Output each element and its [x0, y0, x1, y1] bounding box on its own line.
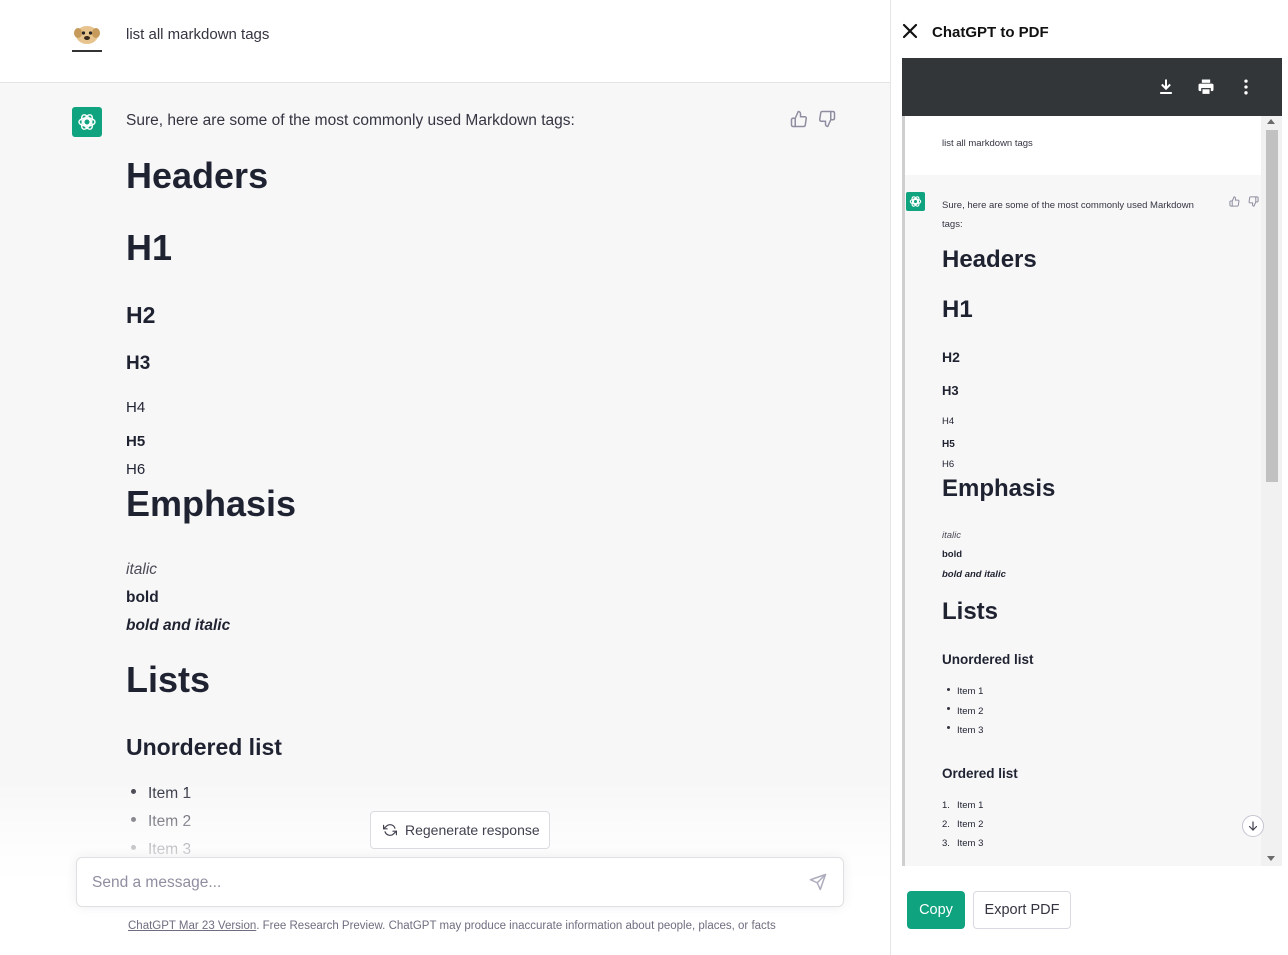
download-icon[interactable]	[1156, 77, 1176, 97]
more-vert-icon[interactable]	[1236, 77, 1256, 97]
message-composer	[76, 857, 844, 907]
pdf-list-bullet	[947, 726, 950, 729]
pdf-bold-text: bold	[942, 549, 963, 560]
pdf-heading-h5: H5	[942, 439, 955, 450]
pdf-list-item: Item 2	[957, 819, 984, 830]
pdf-viewer: list all markdown tags Sure, here are so…	[902, 58, 1282, 866]
heading-unordered-list: Unordered list	[126, 734, 282, 760]
message-input[interactable]	[92, 870, 792, 896]
thumbs-up-icon	[1229, 194, 1240, 207]
pdf-italic-text: italic	[942, 530, 962, 541]
send-icon[interactable]	[809, 873, 829, 893]
pdf-heading-h4: H4	[942, 416, 955, 427]
scroll-down-arrow[interactable]	[1267, 856, 1275, 861]
pdf-heading-h3: H3	[942, 383, 959, 398]
scroll-up-arrow[interactable]	[1267, 119, 1275, 124]
openai-logo-icon	[72, 107, 102, 137]
pdf-list-item: Item 1	[957, 686, 984, 697]
pdf-list-bullet	[947, 688, 950, 691]
user-message-row: list all markdown tags	[0, 0, 890, 83]
user-avatar-icon	[72, 20, 102, 53]
thumbs-down-icon	[1248, 194, 1259, 207]
pdf-list-number: 2.	[942, 819, 950, 830]
regenerate-label: Regenerate response	[405, 822, 540, 838]
regenerate-button[interactable]: Regenerate response	[370, 811, 550, 849]
arrow-down-icon[interactable]	[1242, 815, 1264, 837]
pdf-heading-h6: H6	[942, 459, 955, 470]
heading-h5: H5	[126, 433, 146, 450]
heading-h6: H6	[126, 461, 146, 478]
openai-logo-icon	[906, 192, 925, 211]
version-link[interactable]: ChatGPT Mar 23 Version	[128, 920, 256, 932]
pdf-list-number: 3.	[942, 838, 950, 849]
pdf-list-item: Item 1	[957, 800, 984, 811]
pdf-assistant-intro: Sure, here are some of the most commonly…	[942, 200, 1194, 230]
refresh-icon	[383, 824, 397, 836]
pdf-list-number: 1.	[942, 800, 950, 811]
pdf-list-bullet	[947, 707, 950, 710]
heading-h3: H3	[126, 353, 151, 374]
italic-text: italic	[126, 561, 158, 578]
print-icon[interactable]	[1196, 77, 1216, 97]
pdf-heading-h1: H1	[942, 296, 973, 323]
disclaimer-text: . Free Research Preview. ChatGPT may pro…	[256, 920, 776, 932]
pdf-panel: ChatGPT to PDF list all markdown tags Su…	[890, 0, 1288, 955]
thumbs-down-icon[interactable]	[818, 110, 836, 128]
pdf-list-item: Item 3	[957, 725, 984, 736]
panel-title: ChatGPT to PDF	[932, 24, 1049, 41]
bold-italic-text: bold and italic	[126, 617, 231, 634]
pdf-scrollbar[interactable]	[1261, 116, 1282, 866]
user-message-text: list all markdown tags	[126, 26, 270, 43]
pdf-heading-lists: Lists	[942, 598, 999, 625]
pdf-page: list all markdown tags Sure, here are so…	[905, 116, 1261, 866]
close-icon[interactable]	[902, 23, 918, 39]
pdf-heading-unordered-list: Unordered list	[942, 652, 1034, 667]
pdf-list-item: Item 3	[957, 838, 984, 849]
scroll-thumb[interactable]	[1266, 130, 1278, 482]
chat-area: list all markdown tags Sure, here are so…	[0, 0, 890, 955]
heading-headers: Headers	[126, 155, 269, 196]
thumbs-up-icon[interactable]	[790, 110, 808, 128]
pdf-heading-emphasis: Emphasis	[942, 475, 1056, 502]
pdf-viewer-toolbar	[902, 58, 1282, 116]
pdf-heading-ordered-list: Ordered list	[942, 766, 1018, 781]
export-pdf-button[interactable]: Export PDF	[973, 891, 1071, 929]
pdf-heading-headers: Headers	[942, 246, 1037, 273]
pdf-list-item: Item 2	[957, 706, 984, 717]
pdf-bold-italic-text: bold and italic	[942, 569, 1006, 580]
bold-text: bold	[126, 589, 159, 606]
heading-h1: H1	[126, 227, 173, 268]
footer-disclaimer: ChatGPT Mar 23 Version. Free Research Pr…	[128, 920, 776, 932]
pdf-heading-h2: H2	[942, 349, 960, 365]
heading-h4: H4	[126, 399, 146, 416]
heading-lists: Lists	[126, 659, 211, 700]
heading-emphasis: Emphasis	[126, 483, 297, 524]
heading-h2: H2	[126, 302, 156, 328]
copy-button[interactable]: Copy	[907, 891, 965, 929]
assistant-intro: Sure, here are some of the most commonly…	[126, 112, 575, 129]
pdf-user-message: list all markdown tags	[942, 138, 1033, 149]
